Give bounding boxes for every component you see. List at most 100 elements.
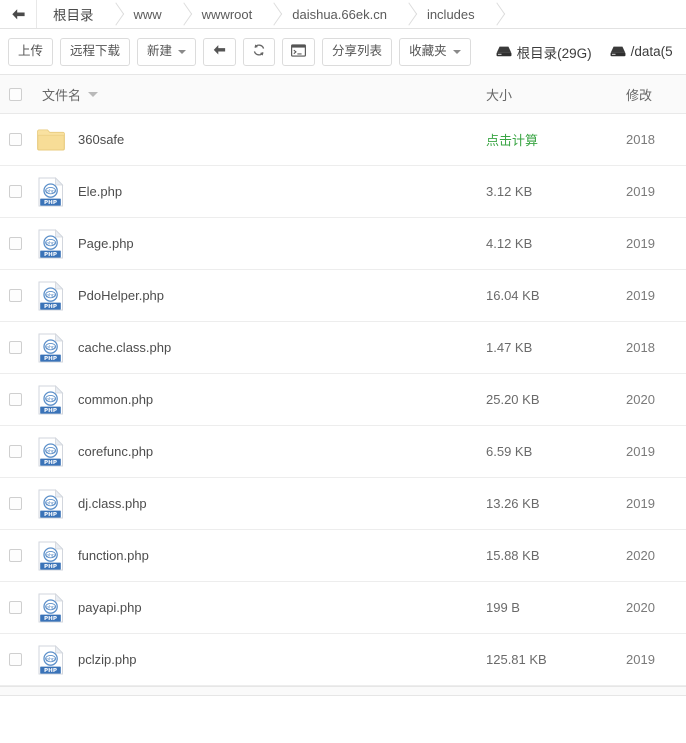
- file-name-link[interactable]: PdoHelper.php: [78, 288, 164, 303]
- upload-button[interactable]: 上传: [8, 38, 53, 66]
- svg-text:PHP: PHP: [44, 512, 57, 518]
- breadcrumb-item-0[interactable]: 根目录: [37, 0, 116, 28]
- row-checkbox[interactable]: [9, 341, 22, 354]
- table-row[interactable]: phpPHPdj.class.php13.26 KB2019: [0, 478, 686, 530]
- file-name-link[interactable]: cache.class.php: [78, 340, 171, 355]
- row-checkbox[interactable]: [9, 497, 22, 510]
- table-row[interactable]: phpPHPpclzip.php125.81 KB2019: [0, 634, 686, 686]
- file-date-cell: 2020: [626, 548, 686, 563]
- table-row[interactable]: phpPHPEle.php3.12 KB2019: [0, 166, 686, 218]
- chevron-down-icon[interactable]: [88, 92, 98, 97]
- new-button[interactable]: 新建: [137, 38, 196, 66]
- row-checkbox[interactable]: [9, 237, 22, 250]
- back-button[interactable]: [203, 38, 236, 66]
- share-list-button[interactable]: 分享列表: [322, 38, 392, 66]
- file-name-link[interactable]: function.php: [78, 548, 149, 563]
- size-calculate-link[interactable]: 点击计算: [486, 133, 538, 148]
- breadcrumb-item-2[interactable]: wwwroot: [184, 0, 275, 28]
- file-list: 文件名 大小 修改 360safe点击计算2018phpPHPEle.php3.…: [0, 75, 686, 736]
- breadcrumb-item-3[interactable]: daishua.66ek.cn: [274, 0, 409, 28]
- file-date-cell: 2018: [626, 132, 686, 147]
- php-file-icon: phpPHP: [36, 645, 66, 675]
- table-row[interactable]: phpPHPcommon.php25.20 KB2020: [0, 374, 686, 426]
- table-row[interactable]: php PHP function.php 15.88 KB2020: [0, 530, 686, 582]
- svg-text:php: php: [46, 500, 55, 506]
- file-name-link[interactable]: Ele.php: [78, 184, 122, 199]
- table-row[interactable]: phpPHPcache.class.php1.47 KB2018: [0, 322, 686, 374]
- row-checkbox[interactable]: [9, 653, 22, 666]
- column-header-date-label: 修改: [626, 88, 652, 103]
- refresh-icon: [252, 43, 266, 60]
- file-name-link[interactable]: common.php: [78, 392, 153, 407]
- file-name-link[interactable]: payapi.php: [78, 600, 142, 615]
- table-row[interactable]: phpPHP corefunc.php 6.59 KB2019: [0, 426, 686, 478]
- new-button-label: 新建: [147, 45, 172, 58]
- column-header-date[interactable]: 修改: [626, 85, 686, 104]
- select-all-checkbox[interactable]: [9, 88, 22, 101]
- file-modified-date: 2019: [626, 236, 655, 251]
- file-name-cell: phpPHP corefunc.php: [30, 437, 484, 467]
- row-select-cell: [0, 133, 30, 146]
- horizontal-scrollbar[interactable]: [0, 686, 686, 696]
- svg-text:PHP: PHP: [44, 356, 57, 362]
- hard-disk-icon: [496, 45, 512, 58]
- file-name-link[interactable]: Page.php: [78, 236, 134, 251]
- breadcrumb-label: daishua.66ek.cn: [292, 7, 387, 22]
- favorites-button[interactable]: 收藏夹: [399, 38, 471, 66]
- php-file-icon: phpPHP: [36, 437, 66, 467]
- breadcrumb-item-4[interactable]: includes: [409, 0, 497, 28]
- file-size-cell: 15.88 KB: [484, 548, 626, 563]
- file-list-header: 文件名 大小 修改: [0, 75, 686, 114]
- select-all-cell: [0, 88, 30, 101]
- file-list-body: 360safe点击计算2018phpPHPEle.php3.12 KB2019p…: [0, 114, 686, 686]
- arrow-left-icon: [11, 8, 26, 21]
- file-date-cell: 2020: [626, 392, 686, 407]
- file-modified-date: 2019: [626, 496, 655, 511]
- terminal-button[interactable]: [282, 38, 315, 66]
- column-header-name[interactable]: 文件名: [30, 85, 484, 104]
- file-modified-date: 2018: [626, 132, 655, 147]
- file-size-cell: 4.12 KB: [484, 236, 626, 251]
- row-checkbox[interactable]: [9, 289, 22, 302]
- disk-shortcut-label: /data(5: [631, 44, 673, 59]
- svg-text:PHP: PHP: [44, 564, 57, 570]
- row-select-cell: [0, 341, 30, 354]
- row-checkbox[interactable]: [9, 445, 22, 458]
- svg-text:PHP: PHP: [44, 616, 57, 622]
- file-size-cell: 点击计算: [484, 130, 626, 149]
- disk-shortcut-data[interactable]: /data(5: [610, 44, 673, 59]
- disk-shortcut-root[interactable]: 根目录(29G): [496, 42, 592, 62]
- file-name-link[interactable]: 360safe: [78, 132, 124, 147]
- toolbar: 上传 远程下载 新建: [0, 29, 686, 75]
- table-row[interactable]: phpPHPpayapi.php199 B2020: [0, 582, 686, 634]
- file-name-link[interactable]: dj.class.php: [78, 496, 147, 511]
- column-header-size[interactable]: 大小: [484, 85, 626, 104]
- file-name-cell: phpPHP Ele.php: [30, 177, 484, 207]
- row-checkbox[interactable]: [9, 601, 22, 614]
- file-size-cell: 125.81 KB: [484, 652, 626, 667]
- file-size-cell: 25.20 KB: [484, 392, 626, 407]
- row-select-cell: [0, 497, 30, 510]
- file-modified-date: 2018: [626, 340, 655, 355]
- breadcrumb-item-1[interactable]: www: [116, 0, 184, 28]
- file-name-link[interactable]: corefunc.php: [78, 444, 153, 459]
- table-row[interactable]: 360safe 点击计算 2018: [0, 114, 686, 166]
- file-size-cell: 6.59 KB: [484, 444, 626, 459]
- row-checkbox[interactable]: [9, 549, 22, 562]
- row-checkbox[interactable]: [9, 393, 22, 406]
- svg-text:php: php: [46, 552, 55, 558]
- table-row[interactable]: phpPHPPage.php4.12 KB2019: [0, 218, 686, 270]
- remote-download-button[interactable]: 远程下载: [60, 38, 130, 66]
- refresh-button[interactable]: [243, 38, 275, 66]
- file-size-cell: 3.12 KB: [484, 184, 626, 199]
- table-row[interactable]: phpPHPPdoHelper.php16.04 KB2019: [0, 270, 686, 322]
- svg-text:PHP: PHP: [44, 408, 57, 414]
- share-list-button-label: 分享列表: [332, 45, 382, 58]
- file-modified-date: 2019: [626, 444, 655, 459]
- file-name-link[interactable]: pclzip.php: [78, 652, 137, 667]
- php-file-icon: phpPHP: [36, 177, 66, 207]
- row-checkbox[interactable]: [9, 185, 22, 198]
- php-file-icon: phpPHP: [36, 281, 66, 311]
- breadcrumb-back-button[interactable]: [0, 0, 37, 28]
- row-checkbox[interactable]: [9, 133, 22, 146]
